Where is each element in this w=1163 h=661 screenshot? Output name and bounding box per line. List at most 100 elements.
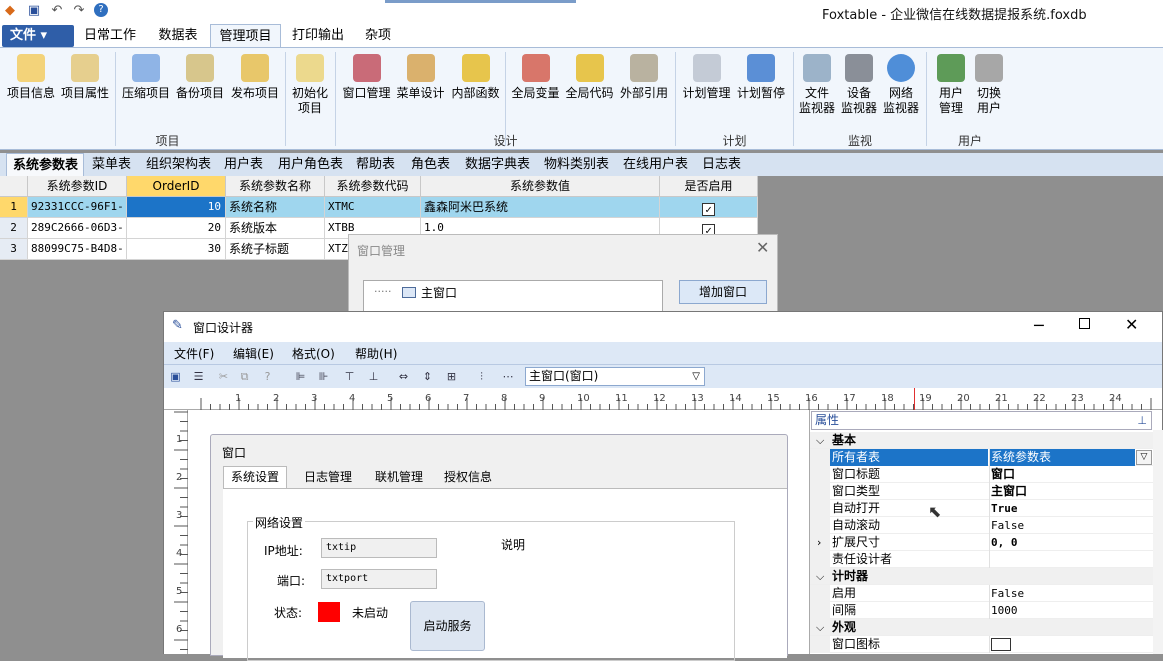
tab-daily-work[interactable]: 日常工作 [78, 24, 142, 48]
tab-log-table[interactable]: 日志表 [696, 153, 746, 176]
compress-project-button[interactable]: 压缩项目 [121, 54, 171, 101]
close-icon[interactable]: ✕ [1125, 315, 1138, 334]
file-monitor-button[interactable]: 文件 监视器 [798, 54, 836, 116]
redo-icon[interactable]: ↷ [71, 3, 87, 19]
tab-user-role-table[interactable]: 用户角色表 [272, 153, 346, 176]
align-right-icon[interactable]: ⊪ [316, 369, 331, 384]
property-value[interactable]: 窗口 [991, 466, 1015, 483]
row-number[interactable]: 3 [0, 239, 28, 260]
user-manage-button[interactable]: 用户 管理 [932, 54, 970, 116]
property-row[interactable]: 责任设计者 [810, 551, 1153, 568]
tab-license-info[interactable]: 授权信息 [433, 468, 503, 485]
close-icon[interactable]: ✕ [756, 238, 769, 257]
plan-manage-button[interactable]: 计划管理 [680, 54, 733, 101]
tab-menu-table[interactable]: 菜单表 [86, 153, 136, 176]
tab-log-management[interactable]: 日志管理 [293, 468, 363, 485]
global-variables-button[interactable]: 全局变量 [510, 54, 561, 101]
grid-cell[interactable]: 系统版本 [226, 218, 325, 239]
tab-dict-table[interactable]: 数据字典表 [459, 153, 534, 176]
grid-cell[interactable]: 20 [127, 218, 226, 239]
port-input[interactable]: txtport [321, 569, 437, 589]
property-value[interactable]: 系统参数表 [990, 449, 1135, 466]
plan-pause-button[interactable]: 计划暂停 [735, 54, 787, 101]
chevron-down-icon[interactable]: ⌵ [816, 619, 824, 636]
column-header[interactable]: 系统参数名称 [226, 176, 325, 197]
tab-order-icon[interactable]: ☰ [191, 369, 206, 384]
column-header[interactable]: OrderID [127, 176, 226, 197]
property-value[interactable]: 1000 [991, 602, 1018, 619]
column-header[interactable]: 系统参数值 [421, 176, 660, 197]
tab-role-table[interactable]: 角色表 [405, 153, 455, 176]
tab-user-table[interactable]: 用户表 [218, 153, 268, 176]
tab-manage-project[interactable]: 管理项目 [210, 24, 281, 48]
property-value[interactable]: False [991, 517, 1024, 534]
same-width-icon[interactable]: ⇔ [396, 369, 411, 384]
same-height-icon[interactable]: ⇕ [420, 369, 435, 384]
align-top-icon[interactable]: ⊤ [342, 369, 357, 384]
backup-project-button[interactable]: 备份项目 [175, 54, 225, 101]
init-project-button[interactable]: 初始化 项目 [289, 54, 331, 116]
chevron-down-icon[interactable]: ⌵ [816, 568, 824, 585]
grid-cell[interactable]: XTMC [325, 197, 421, 218]
property-row[interactable]: 所有者表 系统参数表 ▽ [810, 449, 1153, 466]
grid-cell-checkbox[interactable]: ✓ [660, 197, 758, 218]
grid-cell[interactable]: 88099C75-B4D8- [28, 239, 127, 260]
save-icon[interactable]: ▣ [168, 369, 183, 384]
property-row[interactable]: 自动打开 True [810, 500, 1153, 517]
global-code-button[interactable]: 全局代码 [564, 54, 615, 101]
publish-project-button[interactable]: 发布项目 [229, 54, 281, 101]
grid-cell[interactable]: 289C2666-06D3- [28, 218, 127, 239]
grid-cell[interactable]: 系统子标题 [226, 239, 325, 260]
ip-input[interactable]: txtip [321, 538, 437, 558]
project-info-button[interactable]: 项目信息 [6, 54, 56, 101]
properties-scrollbar[interactable] [1153, 430, 1163, 654]
tab-material-table[interactable]: 物料类别表 [538, 153, 613, 176]
grid-cell[interactable]: 92331CCC-96F1- [28, 197, 127, 218]
maximize-icon[interactable] [1079, 318, 1090, 329]
align-bottom-icon[interactable]: ⊥ [366, 369, 381, 384]
same-size-icon[interactable]: ⊞ [444, 369, 459, 384]
minimize-icon[interactable]: ─ [1034, 316, 1044, 335]
tab-data-tables[interactable]: 数据表 [147, 24, 209, 48]
property-row[interactable]: 启用 False [810, 585, 1153, 602]
network-monitor-button[interactable]: 网络 监视器 [882, 54, 920, 116]
tab-print-output[interactable]: 打印输出 [286, 24, 350, 48]
window-manage-button[interactable]: 窗口管理 [341, 54, 392, 101]
row-number[interactable]: 2 [0, 218, 28, 239]
property-row[interactable]: 窗口图标 [810, 636, 1153, 653]
paste-icon[interactable]: ? [260, 369, 275, 384]
dropdown-icon[interactable]: ▽ [1136, 450, 1152, 465]
menu-format[interactable]: 格式(O) [292, 345, 335, 362]
device-monitor-button[interactable]: 设备 监视器 [840, 54, 878, 116]
grid-cell-selected[interactable]: 10 [127, 197, 226, 218]
property-row[interactable]: 窗口类型 主窗口 [810, 483, 1153, 500]
file-menu-button[interactable]: 文件 ▾ [2, 25, 74, 47]
window-tree[interactable]: ····· 主窗口 [363, 280, 663, 315]
tab-org-table[interactable]: 组织架构表 [140, 153, 214, 176]
property-value[interactable]: False [991, 585, 1024, 602]
icon-preview[interactable] [991, 638, 1011, 651]
switch-user-button[interactable]: 切换 用户 [970, 54, 1008, 116]
property-row[interactable]: 间隔 1000 [810, 602, 1153, 619]
expand-icon[interactable]: › [817, 534, 821, 551]
property-row[interactable]: 窗口标题 窗口 [810, 466, 1153, 483]
save-icon[interactable]: ▣ [26, 3, 42, 19]
tab-system-settings[interactable]: 系统设置 [223, 466, 287, 488]
start-service-button[interactable]: 启动服务 [410, 601, 485, 651]
property-category[interactable]: ⌵ 外观 [810, 619, 1153, 636]
designed-form[interactable]: 窗口 系统设置 日志管理 联机管理 授权信息 网络设置 IP地址: txtip … [210, 434, 788, 661]
tree-item-main-window[interactable]: 主窗口 [421, 284, 457, 301]
menu-file[interactable]: 文件(F) [174, 345, 214, 362]
menu-edit[interactable]: 编辑(E) [233, 345, 274, 362]
grid-cell[interactable]: 系统名称 [226, 197, 325, 218]
external-refs-button[interactable]: 外部引用 [618, 54, 670, 101]
center-horizontal-icon[interactable]: ⋯ [498, 369, 518, 384]
tab-sys-params[interactable]: 系统参数表 [6, 153, 84, 176]
column-header[interactable]: 系统参数ID [28, 176, 127, 197]
tab-help-table[interactable]: 帮助表 [350, 153, 400, 176]
tab-online-user-table[interactable]: 在线用户表 [617, 153, 692, 176]
property-value[interactable]: 0, 0 [991, 534, 1018, 551]
menu-help[interactable]: 帮助(H) [355, 345, 397, 362]
menu-design-button[interactable]: 菜单设计 [395, 54, 446, 101]
property-value[interactable]: 主窗口 [991, 483, 1027, 500]
